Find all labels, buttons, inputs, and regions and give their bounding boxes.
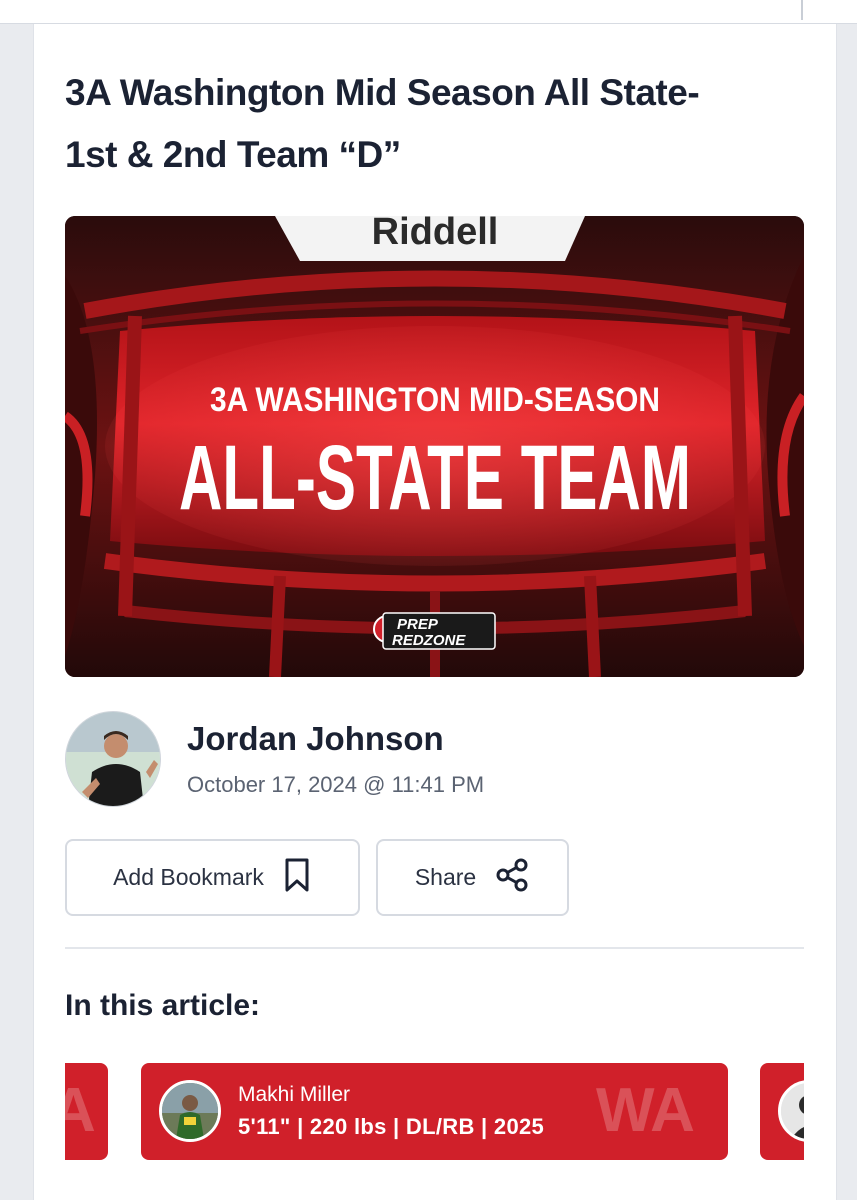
share-icon [494, 857, 530, 899]
bookmark-icon [282, 857, 312, 899]
author-name[interactable]: Jordan Johnson [187, 720, 444, 758]
article-title: 3A Washington Mid Season All State- 1st … [65, 62, 805, 186]
logo-line2: REDZONE [392, 632, 466, 649]
player-card-previous-state: A [65, 1076, 96, 1145]
helmet-graphic: Riddell PREP REDZONE 3A WASHINGTON MID-S… [65, 216, 804, 677]
hero-image: Riddell PREP REDZONE 3A WASHINGTON MID-S… [65, 216, 804, 677]
hero-subtitle: 3A WASHINGTON MID-SEASON [210, 381, 660, 419]
publish-date: October 17, 2024 @ 11:41 PM [187, 772, 485, 797]
article-title-line2: 1st & 2nd Team “D” [65, 134, 401, 175]
player-info: 5'11" | 220 lbs | DL/RB | 2025 [238, 1114, 545, 1139]
add-bookmark-button[interactable]: Add Bookmark [65, 839, 360, 916]
section-divider [65, 947, 804, 949]
author-photo [66, 712, 160, 806]
hero-headline: ALL-STATE TEAM [179, 427, 691, 529]
in-this-article-heading: In this article: [65, 989, 261, 1022]
player-name: Makhi Miller [238, 1083, 351, 1106]
player-card-previous[interactable]: A [65, 1063, 108, 1160]
top-bar-divider [801, 0, 803, 20]
add-bookmark-label: Add Bookmark [113, 864, 264, 890]
player-state-watermark: WA [596, 1076, 695, 1145]
article-title-line1: 3A Washington Mid Season All State- [65, 72, 700, 113]
share-button[interactable]: Share [376, 839, 569, 916]
helmet-brand-text: Riddell [372, 216, 499, 253]
logo-line1: PREP [397, 616, 439, 633]
player-next-avatar [778, 1080, 804, 1142]
player-card-next[interactable] [760, 1063, 804, 1160]
author-avatar[interactable] [65, 711, 161, 807]
share-label: Share [414, 864, 477, 890]
player-card[interactable]: WA Makhi Miller 5'11" | 220 lbs | DL/RB … [141, 1063, 728, 1160]
player-avatar [159, 1080, 221, 1142]
prep-redzone-logo: PREP REDZONE [373, 612, 496, 650]
top-bar [0, 0, 857, 24]
